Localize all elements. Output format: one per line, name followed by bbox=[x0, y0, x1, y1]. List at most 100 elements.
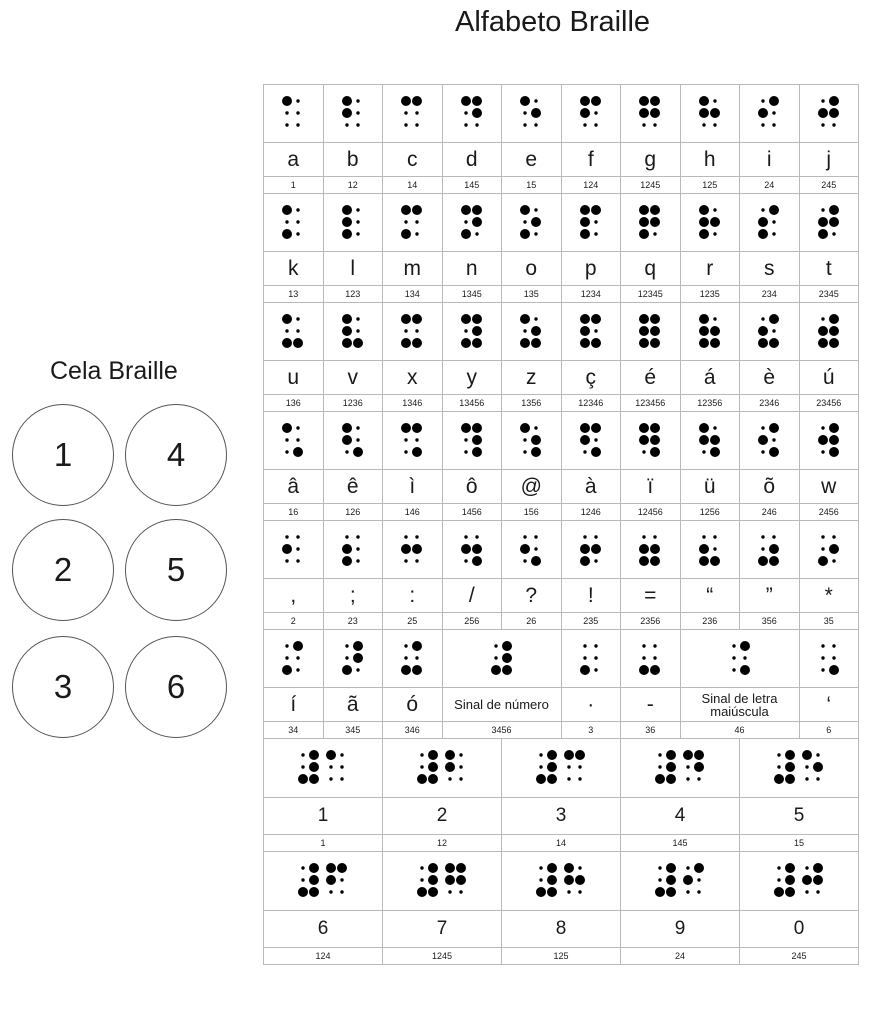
braille-cell bbox=[758, 313, 780, 348]
braille-dot-raised bbox=[666, 887, 676, 897]
braille-dot-flat bbox=[832, 558, 836, 563]
braille-dot-flat bbox=[329, 777, 333, 781]
braille-cell bbox=[579, 95, 601, 127]
braille-dot-flat bbox=[356, 425, 360, 430]
braille-dot-raised bbox=[531, 325, 542, 336]
braille-symbol bbox=[322, 629, 383, 688]
braille-symbol bbox=[798, 411, 859, 470]
braille-symbol bbox=[322, 84, 383, 143]
braille-dot-flat bbox=[578, 866, 582, 870]
braille-dot-raised bbox=[445, 863, 455, 873]
braille-dot-raised bbox=[460, 337, 471, 348]
number-label: 3 bbox=[501, 797, 621, 835]
braille-symbol bbox=[679, 302, 740, 361]
braille-dot-flat bbox=[713, 534, 717, 539]
braille-dot-flat bbox=[539, 753, 543, 757]
dot-code: 1 bbox=[263, 176, 324, 194]
symbol-label: j bbox=[798, 142, 859, 177]
braille-number-symbol bbox=[382, 851, 502, 911]
braille-dot-flat bbox=[761, 425, 765, 430]
dot-code: 1456 bbox=[441, 503, 502, 521]
symbol-label: l bbox=[322, 251, 383, 286]
dot-code: 124 bbox=[560, 176, 621, 194]
braille-dot-raised bbox=[531, 446, 542, 457]
braille-cell bbox=[401, 313, 423, 348]
braille-dot-raised bbox=[341, 107, 352, 118]
braille-dot-raised bbox=[758, 107, 769, 118]
braille-dot-flat bbox=[296, 546, 300, 551]
braille-dot-raised bbox=[813, 863, 823, 873]
braille-dot-raised bbox=[828, 422, 839, 433]
braille-dot-raised bbox=[785, 774, 795, 784]
braille-cell bbox=[698, 534, 720, 566]
braille-dot-raised bbox=[460, 422, 471, 433]
braille-cell bbox=[639, 534, 661, 566]
symbol-label: g bbox=[620, 142, 681, 177]
braille-dot-raised bbox=[650, 107, 661, 118]
braille-dot-raised bbox=[520, 204, 531, 215]
braille-dot-raised bbox=[352, 640, 363, 651]
symbol-label: , bbox=[263, 578, 324, 613]
braille-dot-flat bbox=[340, 777, 344, 781]
braille-dot-flat bbox=[523, 449, 527, 454]
symbol-label: - bbox=[620, 687, 681, 722]
braille-dot-flat bbox=[296, 425, 300, 430]
braille-dot-raised bbox=[828, 664, 839, 675]
braille-dot-raised bbox=[579, 95, 590, 106]
braille-cell bbox=[282, 204, 300, 239]
braille-dot-raised bbox=[326, 875, 336, 885]
dot-code: 145 bbox=[620, 834, 740, 852]
braille-dot-flat bbox=[464, 219, 468, 224]
braille-dot-raised bbox=[758, 555, 769, 566]
dot-code: 46 bbox=[679, 721, 800, 739]
braille-dot-flat bbox=[777, 866, 781, 870]
dot-code: 35 bbox=[798, 612, 859, 630]
braille-dot-raised bbox=[417, 774, 427, 784]
braille-dot-raised bbox=[401, 543, 412, 554]
braille-dot-flat bbox=[731, 643, 736, 648]
braille-dot-raised bbox=[655, 887, 665, 897]
braille-cell bbox=[758, 534, 780, 566]
braille-dot-flat bbox=[296, 558, 300, 563]
braille-symbol bbox=[382, 302, 443, 361]
braille-dot-raised bbox=[817, 434, 828, 445]
braille-dot-raised bbox=[309, 863, 319, 873]
braille-dot-flat bbox=[772, 219, 776, 224]
braille-dot-flat bbox=[523, 219, 527, 224]
braille-dot-raised bbox=[341, 337, 352, 348]
braille-dot-flat bbox=[594, 219, 598, 224]
dot-code: 1356 bbox=[501, 394, 562, 412]
braille-cell bbox=[341, 204, 360, 239]
braille-dot-raised bbox=[639, 313, 650, 324]
braille-symbol bbox=[798, 302, 859, 361]
braille-dot-raised bbox=[401, 422, 412, 433]
braille-dot-raised bbox=[785, 887, 795, 897]
braille-dot-raised bbox=[683, 750, 693, 760]
braille-dot-flat bbox=[816, 890, 820, 894]
braille-dot-raised bbox=[471, 543, 482, 554]
dot-code: 12345 bbox=[620, 285, 681, 303]
braille-dot-flat bbox=[301, 765, 305, 769]
braille-symbol bbox=[441, 302, 502, 361]
braille-dot-flat bbox=[464, 558, 468, 563]
braille-dot-flat bbox=[697, 890, 701, 894]
braille-dot-flat bbox=[415, 437, 419, 442]
braille-dot-raised bbox=[698, 216, 709, 227]
braille-dot-flat bbox=[821, 534, 825, 539]
cell-position-1: 1 bbox=[12, 404, 114, 506]
symbol-label: d bbox=[441, 142, 502, 177]
symbol-label: ê bbox=[322, 469, 383, 504]
braille-dot-raised bbox=[650, 422, 661, 433]
braille-dot-flat bbox=[296, 328, 300, 333]
braille-dot-raised bbox=[769, 337, 780, 348]
braille-cell bbox=[401, 534, 423, 563]
braille-dot-raised bbox=[352, 446, 363, 457]
braille-dot-flat bbox=[459, 753, 463, 757]
dot-code: 1245 bbox=[382, 947, 502, 965]
braille-dot-raised bbox=[460, 543, 471, 554]
braille-dot-raised bbox=[639, 216, 650, 227]
dot-code: 13456 bbox=[441, 394, 502, 412]
braille-dot-flat bbox=[523, 122, 527, 127]
braille-dot-raised bbox=[341, 325, 352, 336]
braille-dot-raised bbox=[401, 204, 412, 215]
